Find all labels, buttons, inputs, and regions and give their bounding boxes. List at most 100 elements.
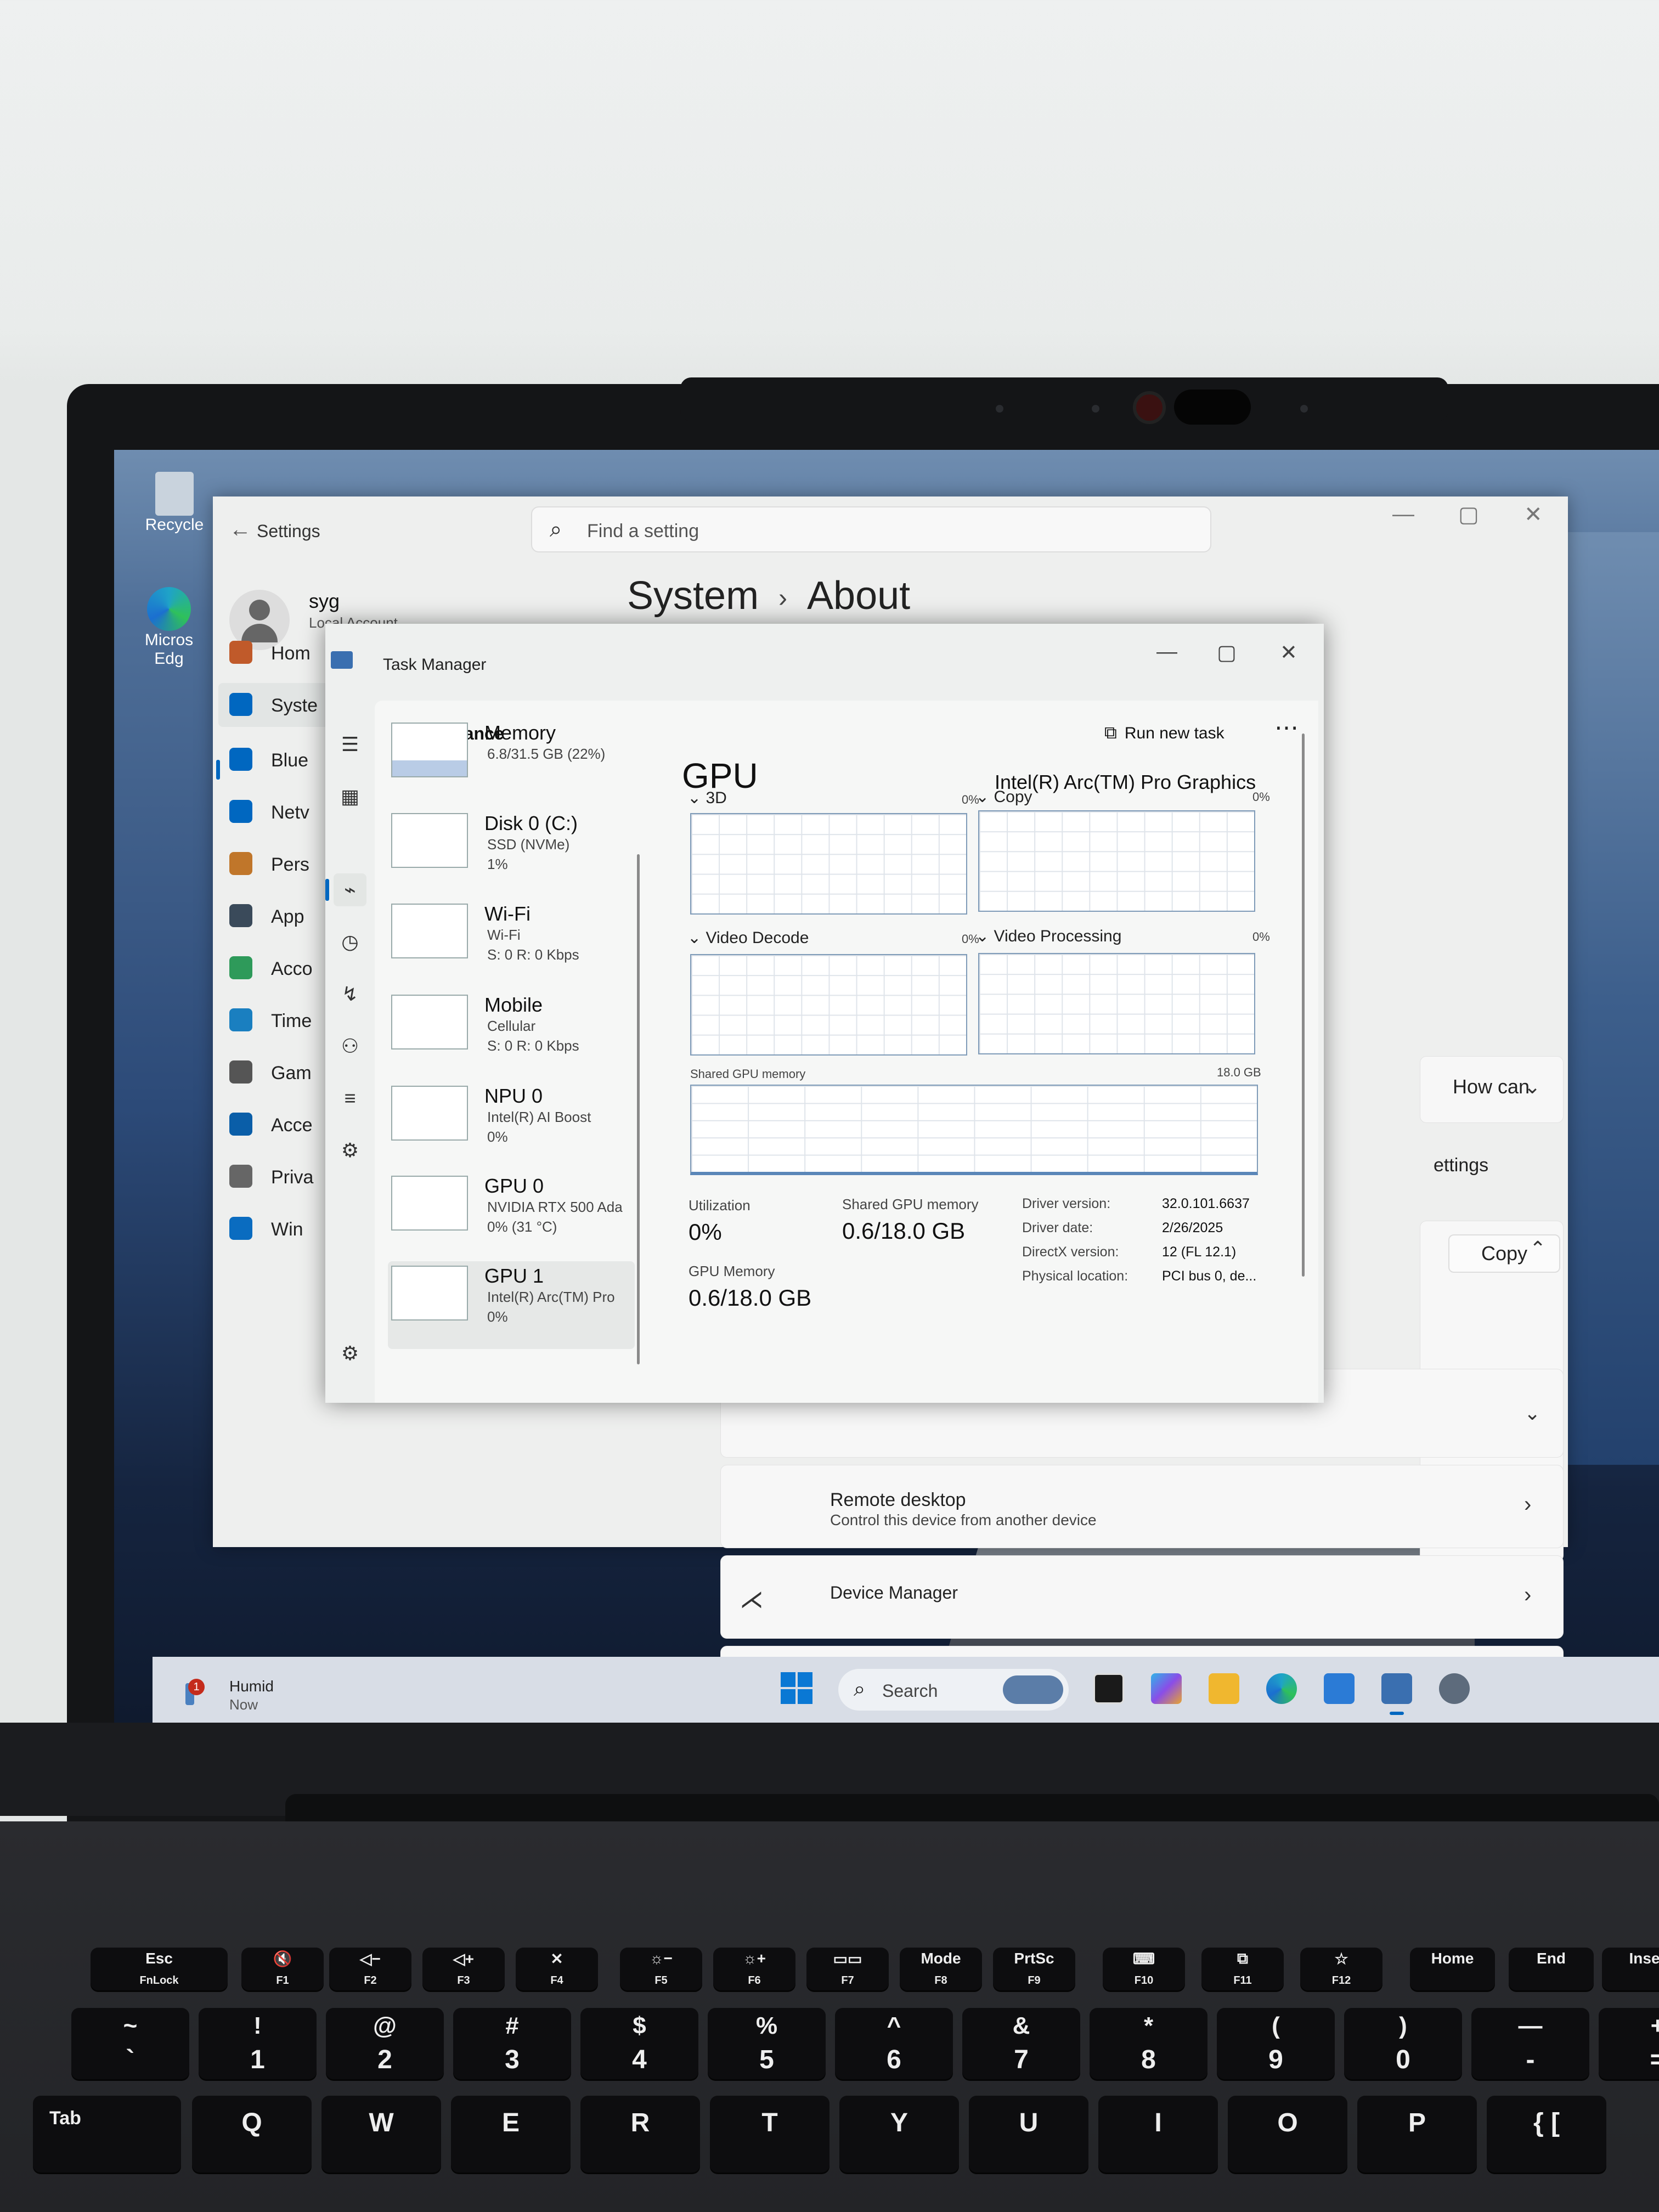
key-f4[interactable]: ✕ F4 <box>516 1948 598 1990</box>
key-sublegend: F2 <box>364 1974 377 1987</box>
store-icon[interactable] <box>1324 1673 1355 1704</box>
key-inse[interactable]: Inse <box>1602 1948 1659 1990</box>
key-8[interactable]: * 8 <box>1090 2008 1207 2079</box>
device-item[interactable]: Mobile Cellular S: 0 R: 0 Kbps <box>391 984 633 1071</box>
startup-apps-icon[interactable]: ↯ <box>334 978 366 1011</box>
key-i[interactable]: I <box>1098 2096 1218 2172</box>
app-history-icon[interactable]: ◷ <box>334 926 366 958</box>
sidebar-item-label: Gam <box>271 1063 312 1084</box>
close-button[interactable]: ✕ <box>1524 502 1543 527</box>
scrollbar[interactable] <box>637 854 640 1364</box>
device-subtitle: Intel(R) Arc(TM) Pro <box>487 1289 615 1305</box>
start-button[interactable] <box>781 1672 814 1705</box>
settings-gear-icon[interactable] <box>1439 1673 1470 1704</box>
breadcrumb-parent[interactable]: System <box>627 574 759 618</box>
desktop-recycle-bin[interactable]: Recycle <box>142 472 207 534</box>
copilot-icon[interactable] <box>1151 1673 1182 1704</box>
back-arrow-icon[interactable]: ← <box>229 517 251 542</box>
key-p[interactable]: P <box>1357 2096 1477 2172</box>
settings-search-input[interactable]: ⌕ Find a setting <box>531 506 1211 552</box>
key-fnlock[interactable]: Esc FnLock <box>91 1948 228 1990</box>
key-y[interactable]: Y <box>839 2096 959 2172</box>
key-f2[interactable]: ◁− F2 <box>329 1948 411 1990</box>
weather-widget[interactable]: 1 Humid Now <box>163 1662 306 1717</box>
device-item[interactable]: Wi-Fi Wi-Fi S: 0 R: 0 Kbps <box>391 893 633 980</box>
maximize-button[interactable]: ▢ <box>1458 502 1479 527</box>
key-f5[interactable]: ☼− F5 <box>620 1948 702 1990</box>
desktop-edge-shortcut[interactable]: Micros Edg <box>136 587 202 668</box>
key-5[interactable]: % 5 <box>708 2008 826 2079</box>
key-f3[interactable]: ◁+ F3 <box>422 1948 505 1990</box>
key-[interactable]: { [ <box>1487 2096 1606 2172</box>
edge-icon[interactable] <box>1266 1673 1297 1704</box>
key-10[interactable]: ) 0 <box>1344 2008 1462 2079</box>
task-manager-icon[interactable] <box>1381 1673 1412 1704</box>
hamburger-menu-icon[interactable]: ☰ <box>334 728 366 761</box>
settings-gear-icon[interactable]: ⚙ <box>334 1337 366 1370</box>
key-11[interactable]: — - <box>1471 2008 1589 2079</box>
key-e[interactable]: E <box>451 2096 571 2172</box>
engine-dropdown-copy[interactable]: ⌄ Copy <box>975 787 1032 806</box>
terminal-icon[interactable] <box>1093 1673 1124 1704</box>
key-home[interactable]: Home <box>1410 1948 1495 1990</box>
key-4[interactable]: $4 <box>580 2008 698 2079</box>
device-item[interactable]: Memory 6.8/31.5 GB (22%) <box>391 712 633 799</box>
scrollbar[interactable] <box>1302 733 1305 1277</box>
maximize-button[interactable]: ▢ <box>1217 640 1237 665</box>
close-button[interactable]: ✕ <box>1280 640 1297 665</box>
key-7[interactable]: & 7 <box>962 2008 1080 2079</box>
run-new-task-button[interactable]: ⧉ Run new task <box>1104 723 1224 743</box>
key-f6[interactable]: ☼+ F6 <box>713 1948 795 1990</box>
key-f9[interactable]: PrtSc F9 <box>993 1948 1075 1990</box>
engine-dropdown-3d[interactable]: ⌄ 3D <box>687 788 727 808</box>
key-3[interactable]: #3 <box>453 2008 571 2079</box>
title-bar[interactable]: Task Manager — ▢ ✕ <box>325 624 1324 690</box>
key-tab[interactable]: Tab <box>33 2096 181 2172</box>
key-end[interactable]: End <box>1509 1948 1594 1990</box>
key-2[interactable]: @2 <box>326 2008 444 2079</box>
device-item[interactable]: GPU 0 NVIDIA RTX 500 Ada 0% (31 °C) <box>391 1165 633 1252</box>
key-9[interactable]: (9 <box>1217 2008 1335 2079</box>
file-explorer-icon[interactable] <box>1209 1673 1239 1704</box>
driver-date-label: Driver date: <box>1022 1220 1093 1235</box>
key-w[interactable]: W <box>321 2096 441 2172</box>
engine-dropdown-video-processing[interactable]: ⌄ Video Processing <box>975 927 1121 946</box>
chevron-up-icon[interactable]: ⌃ <box>1530 1237 1546 1260</box>
key-f1[interactable]: 🔇 F1 <box>241 1948 324 1990</box>
performance-icon[interactable]: ⌁ <box>334 873 366 906</box>
key-f10[interactable]: ⌨ F10 <box>1103 1948 1185 1990</box>
services-icon[interactable]: ⚙ <box>334 1134 366 1167</box>
engine-dropdown-video-decode[interactable]: ⌄ Video Decode <box>687 928 809 947</box>
minimize-button[interactable]: — <box>1156 640 1177 664</box>
device-usage: 0% <box>487 1308 508 1325</box>
key-0[interactable]: ~ ` <box>71 2008 189 2079</box>
device-item[interactable]: GPU 1 Intel(R) Arc(TM) Pro 0% <box>391 1255 633 1342</box>
key-u[interactable]: U <box>969 2096 1088 2172</box>
key-12[interactable]: + = <box>1599 2008 1659 2079</box>
key-f7[interactable]: ▭▭ F7 <box>806 1948 889 1990</box>
settings-link[interactable]: ettings <box>1434 1155 1488 1176</box>
key-r[interactable]: R <box>580 2096 700 2172</box>
key-f11[interactable]: ⧉ F11 <box>1201 1948 1284 1990</box>
key-t[interactable]: T <box>710 2096 830 2172</box>
taskbar-search[interactable]: ⌕ Search <box>838 1669 1069 1711</box>
device-name: Mobile <box>484 994 543 1016</box>
key-f12[interactable]: ☆ F12 <box>1300 1948 1383 1990</box>
key-o[interactable]: O <box>1228 2096 1347 2172</box>
windows-update-icon <box>229 1217 252 1240</box>
device-item[interactable]: Disk 0 (C:) SSD (NVMe) 1% <box>391 802 633 890</box>
details-icon[interactable]: ≡ <box>334 1082 366 1115</box>
processes-icon[interactable]: ▦ <box>334 780 366 813</box>
users-icon[interactable]: ⚇ <box>334 1030 366 1063</box>
chevron-down-icon[interactable]: ⌄ <box>1524 1075 1541 1098</box>
key-1[interactable]: ! 1 <box>199 2008 317 2079</box>
key-6[interactable]: ^ 6 <box>835 2008 953 2079</box>
sidebar-item-label: Win <box>271 1219 303 1240</box>
minimize-button[interactable]: — <box>1392 502 1414 527</box>
device-item[interactable]: NPU 0 Intel(R) AI Boost 0% <box>391 1075 633 1163</box>
key-f8[interactable]: Mode F8 <box>900 1948 982 1990</box>
key-q[interactable]: Q <box>192 2096 312 2172</box>
more-options-icon[interactable]: ⋯ <box>1274 714 1299 742</box>
privacy-shutter[interactable] <box>1174 390 1251 425</box>
key-legend: 🔇 <box>273 1950 292 1967</box>
